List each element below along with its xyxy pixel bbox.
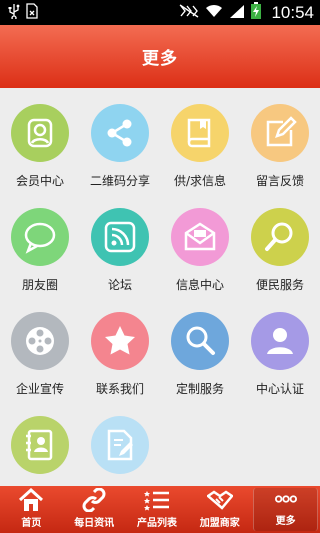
grid-item-qr-share[interactable]: 二维码分享 xyxy=(80,88,160,192)
film-reel-icon xyxy=(11,312,69,370)
document-edit-icon xyxy=(91,416,149,474)
share-icon xyxy=(91,104,149,162)
status-bar: 10:54 xyxy=(0,0,320,25)
tab-home[interactable]: 首页 xyxy=(0,486,63,533)
grid-item-certification[interactable]: 中心认证 xyxy=(240,296,320,400)
grid-item-label: 供/求信息 xyxy=(173,174,227,188)
feature-grid: 会员中心 二维码分享 供/求信息 留言反馈 朋友圈 论坛 信息中心 便民服务 企… xyxy=(0,88,320,486)
user-icon xyxy=(11,104,69,162)
contacts-icon xyxy=(11,416,69,474)
grid-item-convenience[interactable]: 便民服务 xyxy=(240,192,320,296)
tab-label: 产品列表 xyxy=(136,518,177,529)
grid-item-feedback[interactable]: 留言反馈 xyxy=(240,88,320,192)
status-time: 10:54 xyxy=(271,2,314,22)
person-badge-icon xyxy=(251,312,309,370)
grid-item-label: 二维码分享 xyxy=(89,174,150,188)
mute-icon xyxy=(179,3,199,22)
handshake-icon xyxy=(206,490,233,510)
grid-item-member-center[interactable]: 会员中心 xyxy=(0,88,80,192)
list-icon xyxy=(143,491,169,511)
grid-item-label: 论坛 xyxy=(107,278,132,292)
battery-charging-icon xyxy=(251,2,262,23)
tab-label: 更多 xyxy=(275,516,296,527)
envelope-icon xyxy=(171,208,229,266)
usb-icon xyxy=(8,3,20,22)
sim-icon xyxy=(26,3,38,22)
bottom-tab-bar: 首页 每日资讯 产品列表 加盟商家 更多 xyxy=(0,486,320,533)
grid-item-label: 信息中心 xyxy=(175,278,224,292)
tab-label: 每日资讯 xyxy=(74,518,115,529)
tab-product-list[interactable]: 产品列表 xyxy=(126,486,189,533)
grid-item-label: 联系我们 xyxy=(95,382,144,396)
home-icon xyxy=(19,488,44,511)
search-icon xyxy=(251,208,309,266)
grid-item-label: 定制服务 xyxy=(175,382,224,396)
grid-item-promotion[interactable]: 企业宣传 xyxy=(0,296,80,400)
wifi-icon xyxy=(205,3,223,22)
tab-daily-news[interactable]: 每日资讯 xyxy=(63,486,126,533)
header-bar: 更多 xyxy=(0,25,320,88)
tab-label: 首页 xyxy=(21,518,42,529)
grid-item-label: 便民服务 xyxy=(255,278,304,292)
magnifier-icon xyxy=(171,312,229,370)
tab-label: 加盟商家 xyxy=(199,518,240,529)
grid-item-supply-demand[interactable]: 供/求信息 xyxy=(160,88,240,192)
star-icon xyxy=(91,312,149,370)
grid-item-info-center[interactable]: 信息中心 xyxy=(160,192,240,296)
rss-icon xyxy=(91,208,149,266)
grid-item-contact-us[interactable]: 联系我们 xyxy=(80,296,160,400)
grid-item-forum[interactable]: 论坛 xyxy=(80,192,160,296)
page-title: 更多 xyxy=(142,49,178,69)
grid-item-label: 留言反馈 xyxy=(255,174,304,188)
chat-bubble-icon xyxy=(11,208,69,266)
grid-item-moments[interactable]: 朋友圈 xyxy=(0,192,80,296)
more-dots-icon xyxy=(274,495,297,503)
grid-item-label: 企业宣传 xyxy=(15,382,64,396)
grid-item-custom-service[interactable]: 定制服务 xyxy=(160,296,240,400)
tab-franchise[interactable]: 加盟商家 xyxy=(188,486,251,533)
grid-item-label: 中心认证 xyxy=(255,382,304,396)
signal-icon xyxy=(229,3,245,22)
tab-more[interactable]: 更多 xyxy=(253,488,318,531)
grid-item-label: 会员中心 xyxy=(15,174,64,188)
edit-icon xyxy=(251,104,309,162)
link-icon xyxy=(82,488,106,512)
book-icon xyxy=(171,104,229,162)
grid-item-label: 朋友圈 xyxy=(21,278,58,292)
